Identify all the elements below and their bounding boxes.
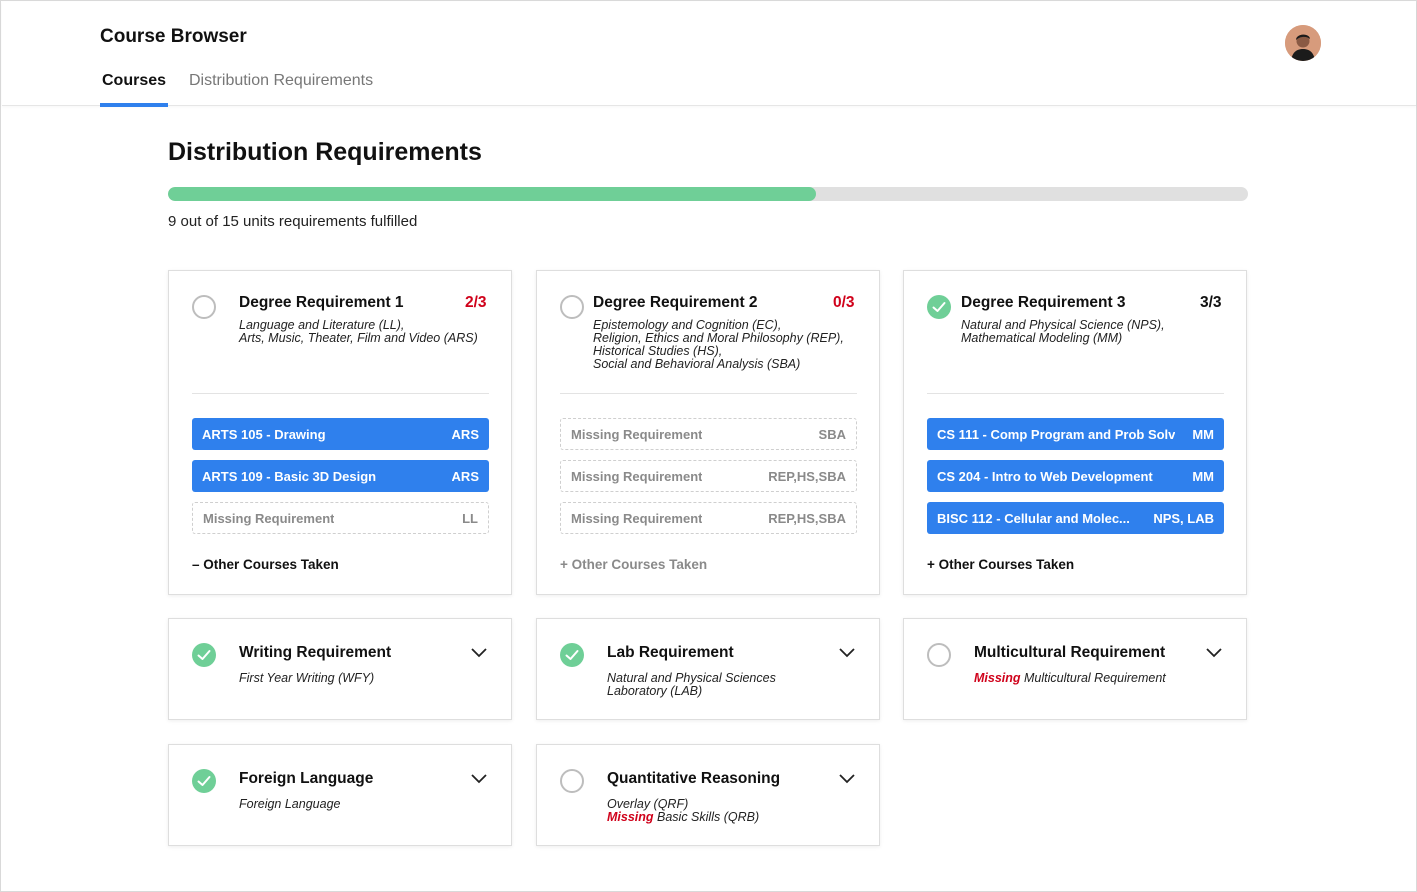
chevron-down-icon[interactable] xyxy=(1205,647,1223,659)
lab-requirement-card[interactable]: Lab Requirement Natural and Physical Sci… xyxy=(536,618,880,720)
other-courses-toggle[interactable]: – Other Courses Taken xyxy=(192,557,339,572)
missing-label: Missing xyxy=(607,810,654,824)
card-count: 3/3 xyxy=(1200,294,1222,311)
card-title: Writing Requirement xyxy=(239,644,392,661)
course-name: ARTS 109 - Basic 3D Design xyxy=(202,468,377,484)
course-chip[interactable]: CS 204 - Intro to Web Development MM xyxy=(927,460,1224,492)
check-circle-icon xyxy=(560,643,584,667)
progress-fill xyxy=(168,187,816,201)
description-text: Basic Skills (QRB) xyxy=(653,810,760,824)
course-name: CS 111 - Comp Program and Prob Solv xyxy=(937,426,1176,442)
course-chip[interactable]: ARTS 105 - Drawing ARS xyxy=(192,418,489,450)
card-description: Natural and Physical Science (NPS), Math… xyxy=(961,318,1165,345)
card-title: Quantitative Reasoning xyxy=(607,770,781,787)
app-frame: Course Browser Courses Distribution Requ… xyxy=(0,0,1417,892)
course-chip[interactable]: BISC 112 - Cellular and Molec... NPS, LA… xyxy=(927,502,1224,534)
divider xyxy=(192,393,489,394)
missing-requirement-slot[interactable]: Missing Requirement REP,HS,SBA xyxy=(560,460,857,492)
other-courses-toggle[interactable]: + Other Courses Taken xyxy=(560,557,707,572)
card-count: 2/3 xyxy=(465,294,487,311)
degree-requirement-card-2[interactable]: Degree Requirement 2 0/3 Epistemology an… xyxy=(536,270,880,595)
course-code: REP,HS,SBA xyxy=(768,510,846,526)
check-circle-icon xyxy=(927,295,951,319)
card-description: Missing Multicultural Requirement xyxy=(974,672,1166,685)
multicultural-requirement-card[interactable]: Multicultural Requirement Missing Multic… xyxy=(903,618,1247,720)
chevron-down-icon[interactable] xyxy=(838,647,856,659)
check-circle-icon xyxy=(192,769,216,793)
degree-requirement-card-1[interactable]: Degree Requirement 1 2/3 Language and Li… xyxy=(168,270,512,595)
course-code: NPS, LAB xyxy=(1153,510,1214,526)
card-title: Foreign Language xyxy=(239,770,374,787)
user-avatar-icon xyxy=(1285,25,1321,61)
check-circle-icon xyxy=(192,643,216,667)
missing-requirement-slot[interactable]: Missing Requirement REP,HS,SBA xyxy=(560,502,857,534)
empty-circle-icon xyxy=(927,643,951,667)
course-chip[interactable]: CS 111 - Comp Program and Prob Solv MM xyxy=(927,418,1224,450)
missing-requirement-slot[interactable]: Missing Requirement SBA xyxy=(560,418,857,450)
foreign-language-card[interactable]: Foreign Language Foreign Language xyxy=(168,744,512,846)
course-code: ARS xyxy=(451,426,479,442)
card-count: 0/3 xyxy=(833,294,855,311)
course-name: Missing Requirement xyxy=(571,426,703,442)
card-description: First Year Writing (WFY) xyxy=(239,671,375,685)
empty-circle-icon xyxy=(192,295,216,319)
degree-requirement-card-3[interactable]: Degree Requirement 3 3/3 Natural and Phy… xyxy=(903,270,1247,595)
progress-text: 9 out of 15 units requirements fulfilled xyxy=(168,213,418,230)
description-text: Overlay (QRF) xyxy=(607,797,689,811)
card-title: Degree Requirement 1 xyxy=(239,294,404,311)
card-title: Degree Requirement 2 xyxy=(593,294,758,311)
course-name: ARTS 105 - Drawing xyxy=(202,426,326,442)
card-description: Natural and Physical Sciences Laboratory… xyxy=(607,671,776,698)
progress-bar xyxy=(168,187,1248,201)
missing-requirement-slot[interactable]: Missing Requirement LL xyxy=(192,502,489,534)
course-name: Missing Requirement xyxy=(571,468,703,484)
missing-label: Missing xyxy=(974,671,1021,685)
card-title: Degree Requirement 3 xyxy=(961,294,1126,311)
card-description: Overlay (QRF) Missing Basic Skills (QRB) xyxy=(607,798,759,824)
quantitative-reasoning-card[interactable]: Quantitative Reasoning Overlay (QRF) Miss… xyxy=(536,744,880,846)
card-description: Foreign Language xyxy=(239,797,341,811)
course-code: MM xyxy=(1192,468,1214,484)
description-text: Multicultural Requirement xyxy=(1020,671,1166,685)
card-description: Epistemology and Cognition (EC), Religio… xyxy=(593,318,844,371)
course-name: BISC 112 - Cellular and Molec... xyxy=(937,510,1130,526)
course-code: SBA xyxy=(818,426,846,442)
tab-courses[interactable]: Courses xyxy=(99,72,169,107)
course-name: Missing Requirement xyxy=(571,510,703,526)
writing-requirement-card[interactable]: Writing Requirement First Year Writing (… xyxy=(168,618,512,720)
divider xyxy=(927,393,1224,394)
empty-circle-icon xyxy=(560,295,584,319)
course-name: Missing Requirement xyxy=(203,510,335,526)
app-title: Course Browser xyxy=(100,26,247,47)
chevron-down-icon[interactable] xyxy=(470,647,488,659)
card-description: Language and Literature (LL), Arts, Musi… xyxy=(239,318,478,345)
page-title: Distribution Requirements xyxy=(168,138,482,166)
avatar[interactable] xyxy=(1285,25,1321,61)
course-code: LL xyxy=(462,510,478,526)
chevron-down-icon[interactable] xyxy=(470,773,488,785)
header: Course Browser Courses Distribution Requ… xyxy=(2,2,1416,107)
course-code: MM xyxy=(1192,426,1214,442)
course-name: CS 204 - Intro to Web Development xyxy=(937,468,1153,484)
course-code: ARS xyxy=(451,468,479,484)
empty-circle-icon xyxy=(560,769,584,793)
course-code: REP,HS,SBA xyxy=(768,468,846,484)
card-title: Multicultural Requirement xyxy=(974,644,1166,661)
tab-distribution-requirements[interactable]: Distribution Requirements xyxy=(189,72,373,106)
chevron-down-icon[interactable] xyxy=(838,773,856,785)
course-chip[interactable]: ARTS 109 - Basic 3D Design ARS xyxy=(192,460,489,492)
other-courses-toggle[interactable]: + Other Courses Taken xyxy=(927,557,1074,572)
card-title: Lab Requirement xyxy=(607,644,734,661)
divider xyxy=(560,393,857,394)
